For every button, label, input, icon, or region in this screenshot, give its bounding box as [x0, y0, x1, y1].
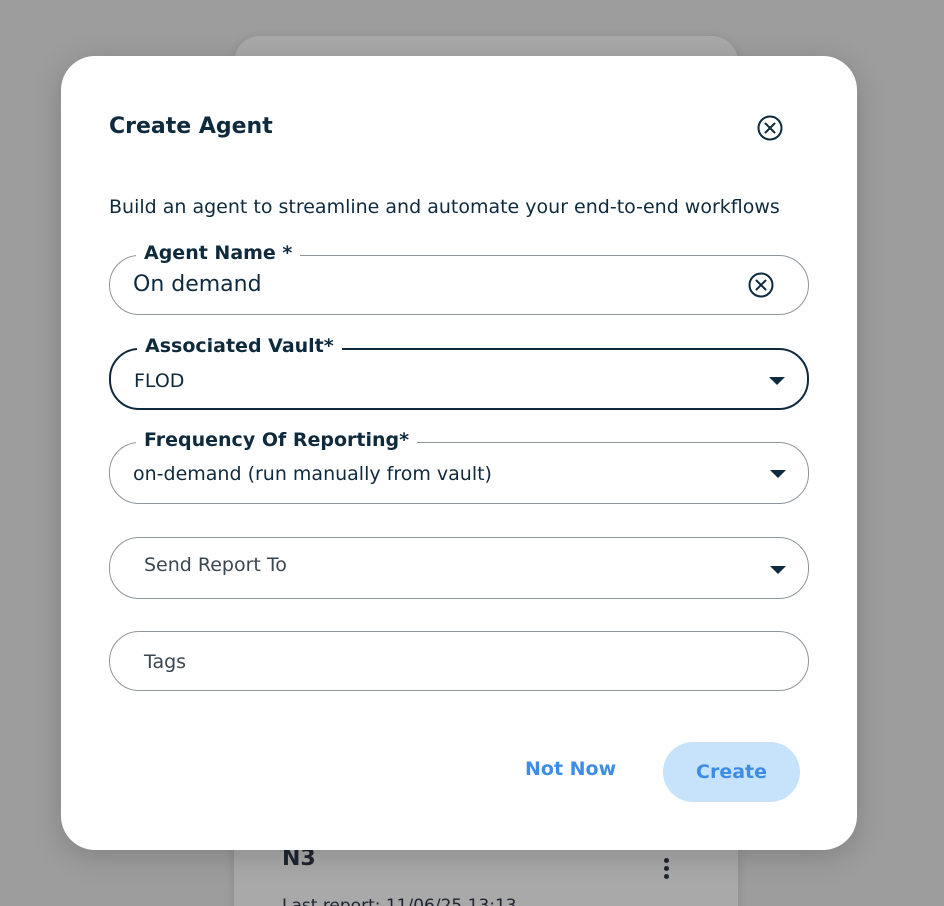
clear-circle-icon[interactable]	[748, 272, 774, 298]
caret-down-icon[interactable]	[770, 470, 786, 478]
frequency-select[interactable]: Frequency Of Reporting* on-demand (run m…	[109, 429, 809, 504]
frequency-label: Frequency Of Reporting*	[136, 429, 418, 451]
associated-vault-label: Associated Vault*	[137, 335, 342, 357]
close-circle-icon[interactable]	[757, 115, 783, 141]
dialog-title: Create Agent	[109, 114, 273, 139]
associated-vault-value: FLOD	[134, 370, 185, 392]
agent-name-value[interactable]: On demand	[133, 272, 262, 297]
associated-vault-select[interactable]: Associated Vault* FLOD	[109, 335, 809, 410]
tags-placeholder: Tags	[144, 651, 187, 673]
more-vertical-icon[interactable]	[660, 858, 672, 886]
frequency-value: on-demand (run manually from vault)	[133, 463, 492, 485]
send-report-to-select[interactable]: Send Report To	[109, 537, 809, 599]
caret-down-icon[interactable]	[770, 566, 786, 574]
create-button[interactable]: Create	[663, 742, 800, 802]
agent-card-last-report: Last report: 11/06/25 13:13	[282, 896, 517, 906]
create-agent-dialog: Create Agent Build an agent to streamlin…	[61, 56, 857, 850]
not-now-button[interactable]: Not Now	[525, 758, 616, 780]
agent-name-label: Agent Name *	[136, 242, 301, 264]
agent-name-field[interactable]: Agent Name * On demand	[109, 242, 809, 315]
tags-input[interactable]: Tags	[109, 631, 809, 691]
dialog-description: Build an agent to streamline and automat…	[109, 196, 780, 218]
caret-down-icon[interactable]	[769, 377, 785, 385]
send-report-to-placeholder: Send Report To	[144, 554, 287, 576]
